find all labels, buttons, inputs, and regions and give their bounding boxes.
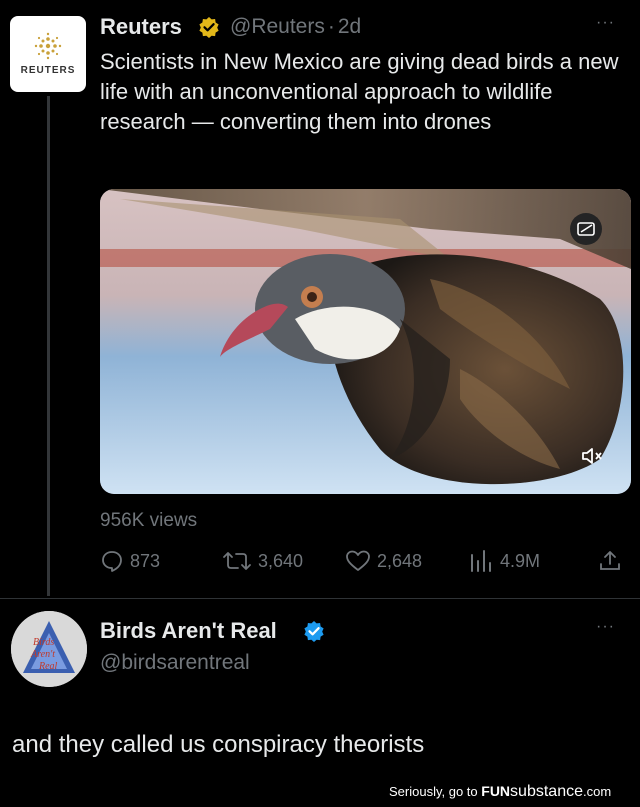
tweet-divider (0, 598, 640, 599)
reply-author-name[interactable]: Birds Aren't Real (100, 618, 277, 644)
mute-icon[interactable] (580, 445, 606, 467)
no-captions-icon[interactable] (570, 213, 602, 245)
repost-button[interactable]: 3,640 (222, 549, 303, 573)
bird-drone-image (100, 189, 631, 494)
views-button[interactable]: 4.9M (468, 549, 540, 573)
tweet-video[interactable] (100, 189, 631, 494)
dot-separator: · (327, 15, 335, 38)
reply-more-options-icon[interactable]: ··· (596, 618, 615, 636)
author-handle-time[interactable]: @Reuters · 2d (230, 15, 361, 39)
reuters-avatar[interactable]: REUTERS (10, 16, 86, 92)
svg-text:Birds: Birds (33, 637, 54, 648)
tweet-age[interactable]: 2d (338, 15, 361, 38)
watermark-footer: Seriously, go to FUNsubstance.com (389, 783, 611, 801)
author-handle[interactable]: @Reuters (230, 15, 325, 38)
reply-text: and they called us conspiracy theorists (12, 731, 425, 758)
analytics-icon (471, 550, 491, 572)
view-count: 956K views (100, 510, 198, 531)
reuters-wordmark: REUTERS (20, 64, 76, 76)
reply-button[interactable]: 873 (100, 549, 160, 573)
like-button[interactable]: 2,648 (345, 549, 422, 573)
share-icon (600, 551, 620, 570)
reply-author-handle[interactable]: @birdsarentreal (100, 651, 250, 675)
more-options-icon[interactable]: ··· (596, 14, 615, 32)
reply-icon (102, 551, 122, 572)
verified-blue-icon (304, 621, 324, 642)
share-button[interactable] (598, 549, 628, 573)
birds-arent-real-avatar[interactable]: Birds Aren't Real (11, 611, 87, 687)
verified-gold-icon (199, 17, 219, 38)
footer-brand-fun: FUN (481, 783, 511, 799)
birds-arent-real-logo: Birds Aren't Real (11, 611, 87, 687)
author-name[interactable]: Reuters (100, 14, 182, 40)
footer-brand-tld: .com (582, 784, 612, 799)
heart-icon (346, 550, 370, 571)
tweet-text: Scientists in New Mexico are giving dead… (100, 49, 619, 134)
footer-prefix: Seriously, go to (389, 784, 478, 799)
thread-line (47, 96, 50, 596)
svg-text:Real: Real (38, 661, 58, 672)
repost-icon (223, 552, 251, 570)
views-count: 4.9M (500, 550, 541, 571)
action-bar: 873 3,640 2,648 4.9M (100, 549, 630, 579)
footer-brand-substance: substance (510, 783, 583, 800)
svg-text:Aren't: Aren't (30, 649, 55, 660)
repost-count: 3,640 (258, 550, 304, 571)
reply-count: 873 (130, 550, 161, 571)
like-count: 2,648 (377, 550, 423, 571)
reuters-logo-icon (28, 31, 68, 61)
